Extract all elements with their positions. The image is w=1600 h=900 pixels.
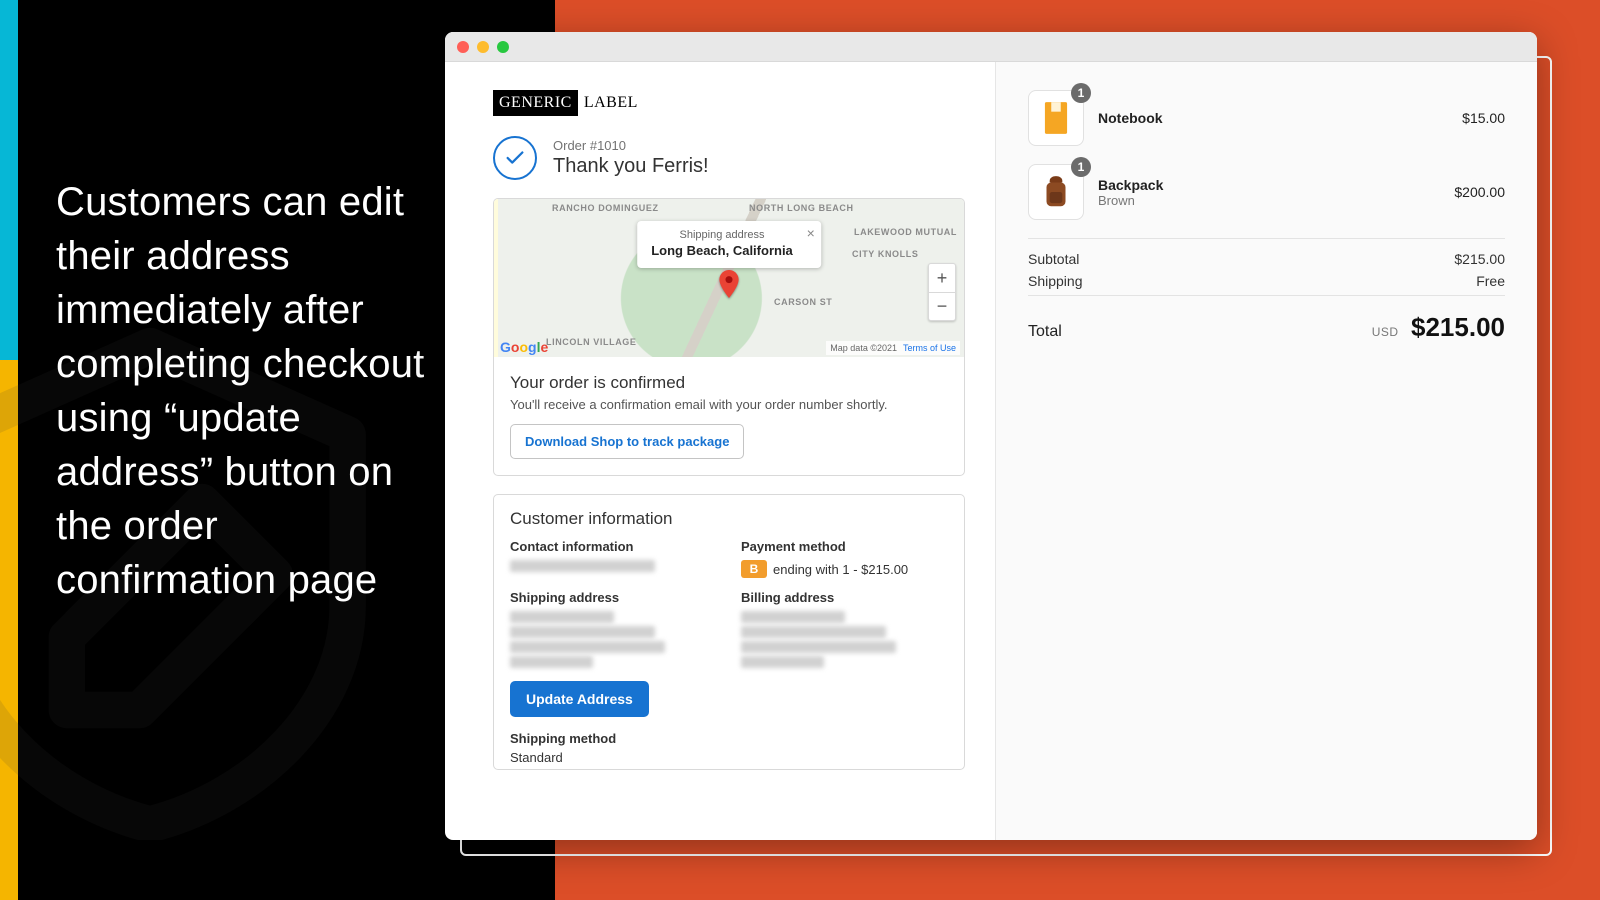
confirm-heading: Your order is confirmed bbox=[510, 373, 948, 393]
order-confirm-card: RANCHO DOMINGUEZ NORTH LONG BEACH LAKEWO… bbox=[493, 198, 965, 476]
close-icon[interactable]: × bbox=[807, 225, 815, 241]
download-shop-button[interactable]: Download Shop to track package bbox=[510, 424, 744, 459]
redacted-line bbox=[741, 656, 824, 668]
app-window: GENERIC LABEL Order #1010 Thank you Ferr… bbox=[445, 32, 1537, 840]
payment-label: Payment method bbox=[741, 539, 948, 554]
map-terms-link[interactable]: Terms of Use bbox=[903, 343, 956, 353]
map-label: RANCHO DOMINGUEZ bbox=[552, 203, 659, 213]
redacted-line bbox=[741, 626, 886, 638]
redacted-line bbox=[510, 656, 593, 668]
cart-line: 1 Backpack Brown $200.00 bbox=[1028, 164, 1505, 220]
map-callout-title: Shipping address bbox=[651, 229, 793, 241]
redacted-line bbox=[510, 611, 614, 623]
customer-info-card: Customer information Contact information… bbox=[493, 494, 965, 770]
map-label: LAKEWOOD MUTUAL bbox=[854, 227, 957, 237]
store-logo-text: LABEL bbox=[578, 90, 644, 116]
shipping-label: Shipping bbox=[1028, 273, 1083, 289]
billing-address-label: Billing address bbox=[741, 590, 948, 605]
product-name: Backpack bbox=[1098, 177, 1163, 193]
promo-copy: Customers can edit their address immedia… bbox=[56, 175, 426, 607]
contact-label: Contact information bbox=[510, 539, 717, 554]
order-number: Order #1010 bbox=[553, 138, 709, 153]
map-label: LINCOLN VILLAGE bbox=[546, 337, 637, 347]
window-close-icon[interactable] bbox=[457, 41, 469, 53]
product-thumb: 1 bbox=[1028, 164, 1084, 220]
currency: USD bbox=[1372, 325, 1399, 339]
window-titlebar bbox=[445, 32, 1537, 62]
map-attribution: Map data ©2021Terms of Use bbox=[826, 341, 960, 355]
redacted-line bbox=[741, 611, 845, 623]
map[interactable]: RANCHO DOMINGUEZ NORTH LONG BEACH LAKEWO… bbox=[494, 199, 964, 359]
product-price: $200.00 bbox=[1454, 184, 1505, 200]
divider bbox=[1028, 295, 1505, 296]
product-variant: Brown bbox=[1098, 193, 1163, 208]
customer-info-heading: Customer information bbox=[510, 509, 948, 529]
shipping-method-label: Shipping method bbox=[510, 731, 948, 746]
google-logo: Google bbox=[500, 339, 548, 355]
thank-you: Thank you Ferris! bbox=[553, 155, 709, 178]
redacted-line bbox=[741, 641, 896, 653]
map-label: NORTH LONG BEACH bbox=[749, 203, 854, 213]
payment-text: ending with 1 - $215.00 bbox=[773, 562, 908, 577]
redacted-line bbox=[510, 626, 655, 638]
qty-badge: 1 bbox=[1071, 157, 1091, 177]
window-zoom-icon[interactable] bbox=[497, 41, 509, 53]
shipping-address-label: Shipping address bbox=[510, 590, 717, 605]
product-thumb: 1 bbox=[1028, 90, 1084, 146]
map-callout-body: Long Beach, California bbox=[651, 243, 793, 258]
product-name: Notebook bbox=[1098, 110, 1163, 126]
subtotal-label: Subtotal bbox=[1028, 251, 1079, 267]
product-price: $15.00 bbox=[1462, 110, 1505, 126]
redacted-line bbox=[510, 641, 665, 653]
window-minimize-icon[interactable] bbox=[477, 41, 489, 53]
redacted-contact bbox=[510, 560, 655, 572]
map-label: CARSON ST bbox=[774, 297, 832, 307]
qty-badge: 1 bbox=[1071, 83, 1091, 103]
total-label: Total bbox=[1028, 323, 1062, 341]
order-summary: 1 Notebook $15.00 1 bbox=[995, 62, 1537, 840]
checkmark-icon bbox=[493, 136, 537, 180]
backpack-icon bbox=[1039, 173, 1073, 211]
store-logo-mark: GENERIC bbox=[493, 90, 578, 116]
notebook-icon bbox=[1039, 99, 1073, 137]
zoom-out-button[interactable]: − bbox=[929, 292, 955, 320]
confirm-body: You'll receive a confirmation email with… bbox=[510, 397, 948, 412]
cart-line: 1 Notebook $15.00 bbox=[1028, 90, 1505, 146]
divider bbox=[1028, 238, 1505, 239]
payment-brand-icon: B bbox=[741, 560, 767, 578]
store-logo: GENERIC LABEL bbox=[493, 90, 644, 116]
bg-accent-stripe bbox=[0, 0, 18, 900]
map-zoom: + − bbox=[928, 263, 956, 321]
subtotal-value: $215.00 bbox=[1454, 251, 1505, 267]
zoom-in-button[interactable]: + bbox=[929, 264, 955, 292]
map-pin-icon bbox=[718, 270, 740, 303]
total-value: $215.00 bbox=[1411, 312, 1505, 342]
shipping-value: Free bbox=[1476, 273, 1505, 289]
map-callout: × Shipping address Long Beach, Californi… bbox=[637, 221, 821, 268]
map-label: CITY KNOLLS bbox=[852, 249, 918, 259]
update-address-button[interactable]: Update Address bbox=[510, 681, 649, 717]
shipping-method-value: Standard bbox=[510, 750, 948, 765]
